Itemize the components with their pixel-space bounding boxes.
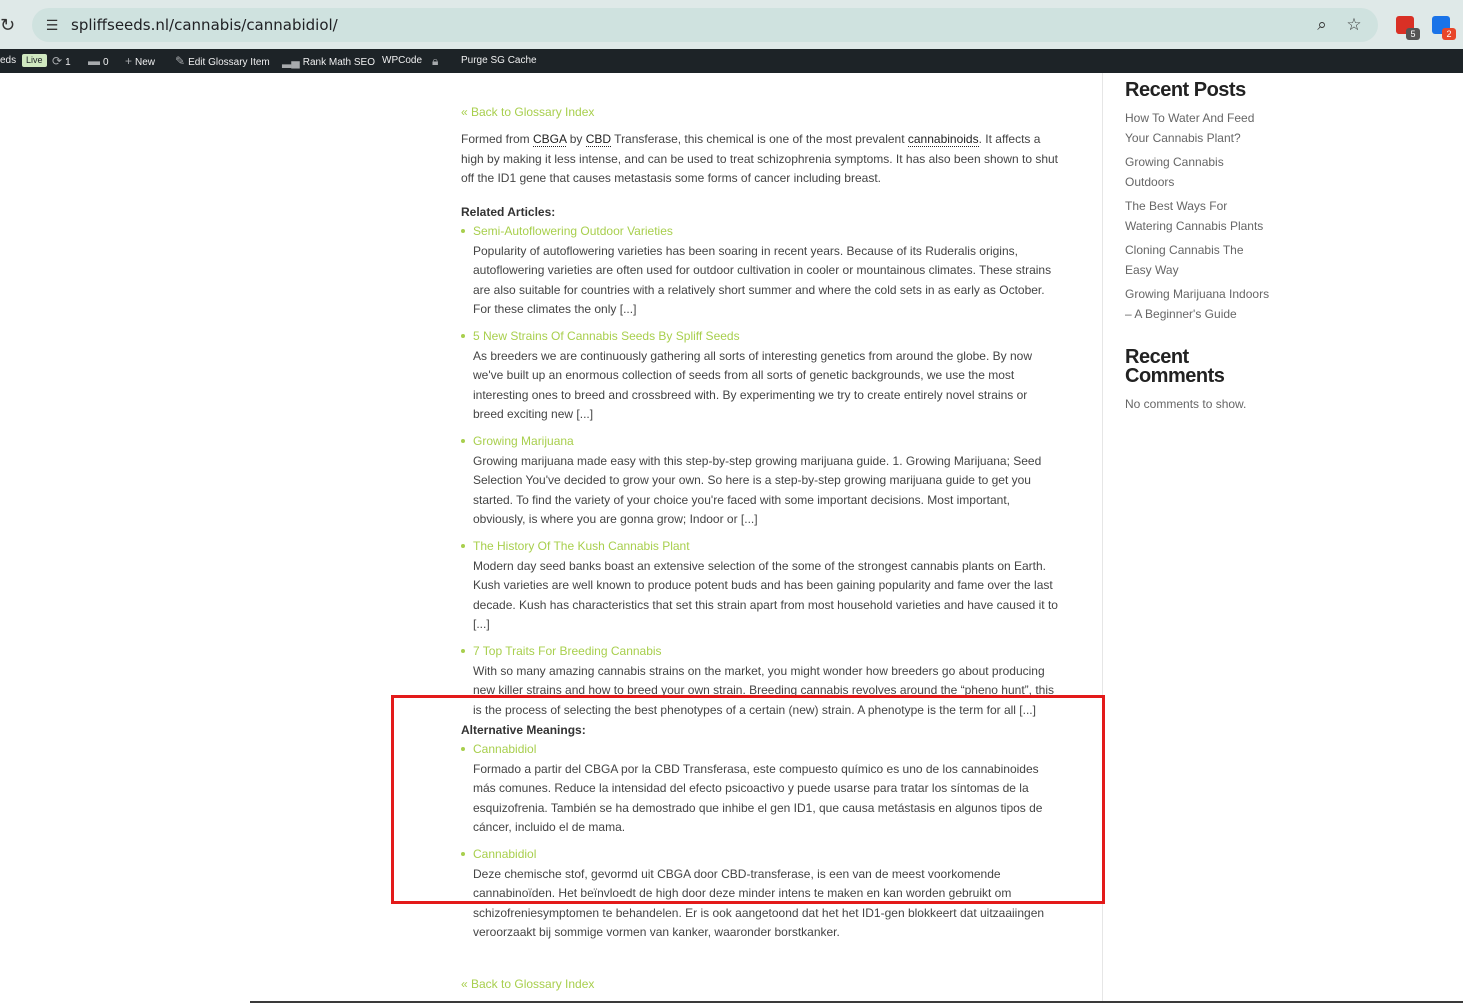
- related-article-link[interactable]: Growing Marijuana: [473, 432, 1061, 452]
- list-item: Cannabidiol Deze chemische stof, gevormd…: [461, 845, 1061, 943]
- wpcode-button[interactable]: WPCode: [382, 49, 422, 73]
- browser-toolbar: ↻ ☰ spliffseeds.nl/cannabis/cannabidiol/…: [0, 0, 1463, 49]
- related-article-link[interactable]: 7 Top Traits For Breeding Cannabis: [473, 642, 1061, 662]
- wp-admin-bar: eds Live ⟳ 1 ▬ 0 + New ✎ Edit Glossary Item …: [0, 49, 1463, 73]
- sidebar-divider: [1102, 73, 1103, 1003]
- list-item: Cannabidiol Formado a partir del CBGA po…: [461, 740, 1061, 838]
- site-info-icon[interactable]: ☰: [42, 15, 62, 35]
- edit-glossary-button[interactable]: ✎ Edit Glossary Item: [175, 49, 270, 73]
- recent-post-link[interactable]: How To Water And Feed Your Cannabis Plan…: [1125, 109, 1265, 148]
- glossary-term-cbd[interactable]: CBD: [585, 132, 612, 147]
- no-comments-text: No comments to show.: [1125, 397, 1247, 411]
- recent-post-link[interactable]: Growing Marijuana Indoors – A Beginner's…: [1125, 285, 1275, 324]
- purge-cache-button[interactable]: Purge SG Cache: [461, 49, 537, 73]
- extension-badge: 5: [1406, 28, 1420, 40]
- zoom-icon[interactable]: ⌕: [1312, 15, 1332, 35]
- sidebar: Recent Posts How To Water And Feed Your …: [1125, 73, 1295, 415]
- extension-blue-icon[interactable]: 2: [1432, 16, 1456, 40]
- related-article-link[interactable]: 5 New Strains Of Cannabis Seeds By Splif…: [473, 327, 1061, 347]
- list-item: 5 New Strains Of Cannabis Seeds By Splif…: [461, 327, 1061, 425]
- pencil-icon: ✎: [175, 54, 186, 68]
- related-article-excerpt: Popularity of autoflowering varieties ha…: [473, 243, 1052, 317]
- url-text[interactable]: spliffseeds.nl/cannabis/cannabidiol/: [71, 16, 338, 34]
- alternative-meaning-text: Formado a partir del CBGA por la CBD Tra…: [473, 761, 1043, 835]
- alternative-meaning-link[interactable]: Cannabidiol: [473, 845, 1061, 865]
- recent-post-link[interactable]: The Best Ways For Watering Cannabis Plan…: [1125, 197, 1265, 236]
- glossary-term-cbga[interactable]: CBGA: [533, 132, 567, 147]
- admin-site-name[interactable]: eds: [0, 49, 16, 73]
- alternative-meanings-list: Cannabidiol Formado a partir del CBGA po…: [461, 740, 1061, 943]
- lock-icon[interactable]: 🔒︎: [432, 49, 441, 73]
- list-item: 7 Top Traits For Breeding Cannabis With …: [461, 642, 1061, 720]
- live-badge[interactable]: Live: [22, 54, 47, 67]
- bookmark-star-icon[interactable]: ☆: [1344, 15, 1364, 35]
- list-item: Growing Marijuana Growing marijuana made…: [461, 432, 1061, 530]
- alternative-meaning-link[interactable]: Cannabidiol: [473, 740, 1061, 760]
- alternative-meaning-text: Deze chemische stof, gevormd uit CBGA do…: [473, 866, 1045, 940]
- alternative-meanings-heading: Alternative Meanings:: [461, 723, 586, 737]
- recent-posts-heading: Recent Posts: [1125, 79, 1246, 101]
- rank-math-button[interactable]: ▂▄ Rank Math SEO: [282, 49, 375, 73]
- recent-post-link[interactable]: Cloning Cannabis The Easy Way: [1125, 241, 1270, 280]
- updates-button[interactable]: ⟳ 1: [52, 49, 71, 73]
- list-item: The History Of The Kush Cannabis Plant M…: [461, 537, 1061, 635]
- address-bar[interactable]: ☰ spliffseeds.nl/cannabis/cannabidiol/ ⌕…: [32, 8, 1378, 42]
- related-articles-list: Semi-Autoflowering Outdoor Varieties Pop…: [461, 222, 1061, 720]
- updates-icon: ⟳: [52, 54, 63, 68]
- related-article-link[interactable]: Semi-Autoflowering Outdoor Varieties: [473, 222, 1061, 242]
- rank-math-icon: ▂▄: [282, 54, 300, 68]
- recent-comments-heading: Recent Comments: [1125, 346, 1225, 387]
- comment-icon: ▬: [88, 54, 100, 68]
- back-to-glossary-link-top[interactable]: « Back to Glossary Index: [461, 105, 594, 119]
- related-article-excerpt: Growing marijuana made easy with this st…: [473, 453, 1042, 527]
- related-article-link[interactable]: The History Of The Kush Cannabis Plant: [473, 537, 1061, 557]
- list-item: Semi-Autoflowering Outdoor Varieties Pop…: [461, 222, 1061, 320]
- back-to-glossary-link-bottom[interactable]: « Back to Glossary Index: [461, 977, 594, 991]
- related-article-excerpt: Modern day seed banks boast an extensive…: [473, 558, 1058, 632]
- glossary-definition: Formed from CBGA by CBD Transferase, thi…: [461, 132, 1059, 185]
- new-button[interactable]: + New: [125, 49, 155, 73]
- comments-button[interactable]: ▬ 0: [88, 49, 109, 73]
- reload-icon[interactable]: ↻: [0, 14, 18, 36]
- extension-red-icon[interactable]: 5: [1396, 16, 1420, 40]
- related-articles-heading: Related Articles:: [461, 205, 556, 219]
- extension-badge: 2: [1442, 28, 1456, 40]
- recent-post-link[interactable]: Growing Cannabis Outdoors: [1125, 153, 1235, 192]
- glossary-term-cannabinoids[interactable]: cannabinoids: [907, 132, 979, 147]
- related-article-excerpt: With so many amazing cannabis strains on…: [473, 663, 1054, 717]
- related-article-excerpt: As breeders we are continuously gatherin…: [473, 348, 1032, 422]
- plus-icon: +: [125, 54, 133, 68]
